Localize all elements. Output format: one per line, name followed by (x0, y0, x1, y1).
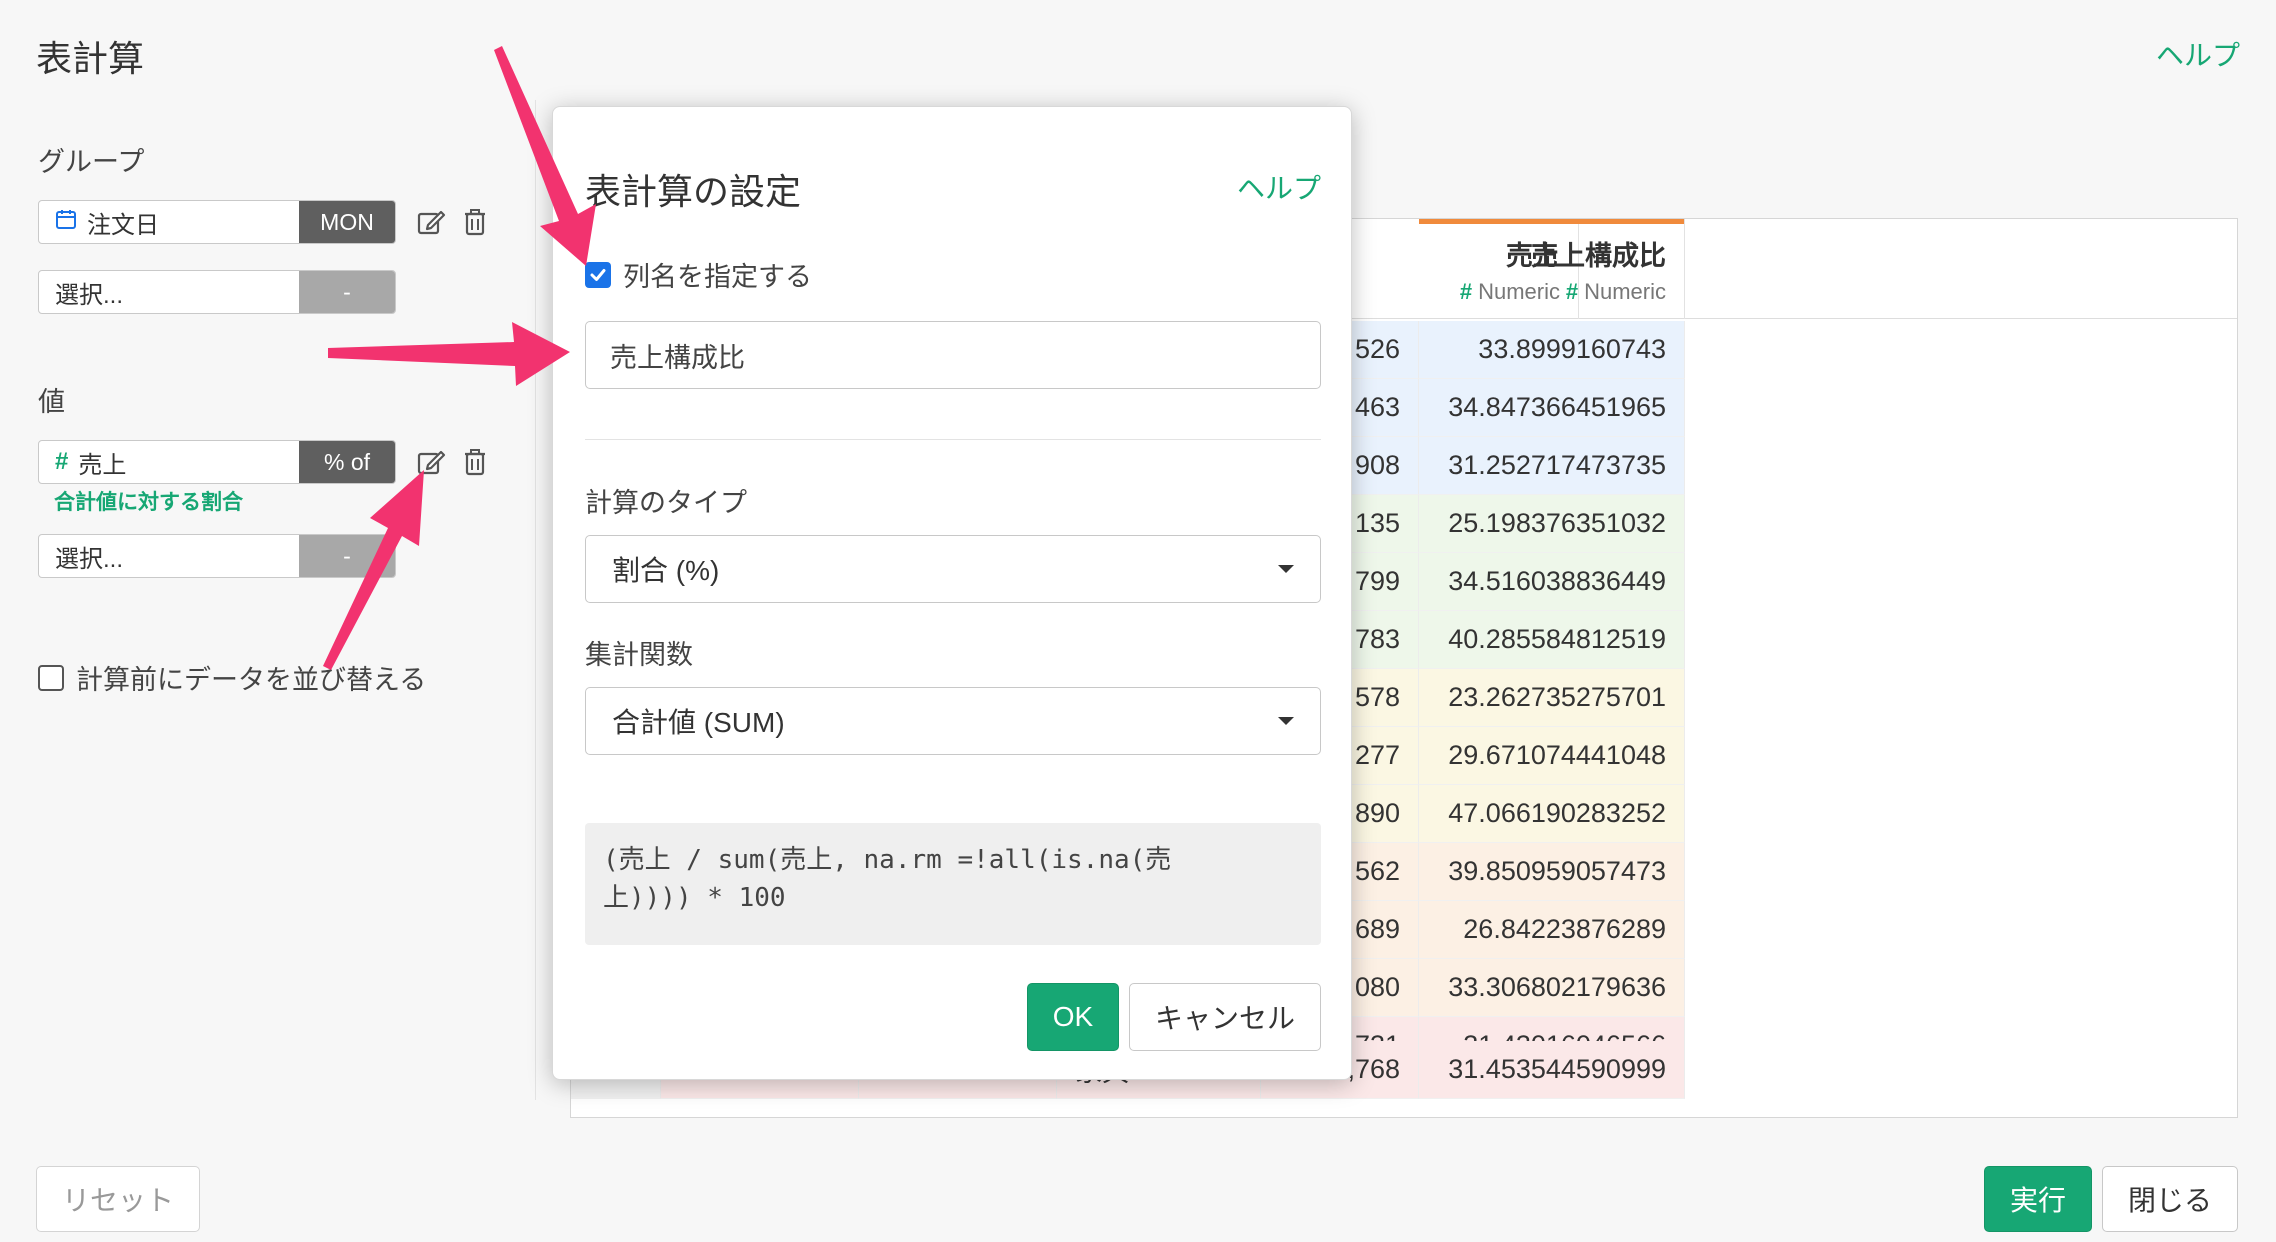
sort-before-calc-row[interactable]: 計算前にデータを並び替える (38, 658, 426, 697)
group-select-tag: - (299, 271, 395, 313)
numeric-hash-icon: # (55, 448, 69, 475)
formula-line-2: 上)))) * 100 (603, 883, 786, 913)
trash-group-icon[interactable] (458, 205, 492, 239)
group-section-label: グループ (38, 147, 145, 177)
aggregate-func-label: 集計関数 (585, 640, 693, 670)
sort-before-calc-checkbox[interactable] (38, 664, 64, 691)
dialog-title: 表計算の設定 (585, 171, 802, 212)
cancel-button[interactable]: キャンセル (1129, 983, 1321, 1051)
numeric-type-icon: # (1565, 278, 1579, 304)
row-ratio: 47.066190283252 (1419, 785, 1685, 843)
chevron-down-icon (1278, 565, 1294, 573)
calc-type-value: 割合 (%) (612, 555, 720, 586)
help-link[interactable]: ヘルプ (2156, 34, 2240, 74)
row-ratio: 33.8999160743 (1419, 321, 1685, 379)
value-field-tag[interactable]: % of (299, 441, 395, 483)
value-section-label: 値 (38, 387, 65, 417)
specify-column-name-row[interactable]: 列名を指定する (585, 255, 812, 294)
value-field-name: 売上 (78, 451, 127, 479)
calendar-icon (55, 208, 77, 237)
chevron-down-icon (1278, 717, 1294, 725)
edit-value-icon[interactable] (414, 445, 448, 479)
value-select-placeholder: 選択... (55, 545, 124, 573)
value-field-chip[interactable]: # 売上 % of (38, 440, 396, 484)
aggregate-func-value: 合計値 (SUM) (612, 707, 785, 738)
sidebar-divider (535, 100, 536, 1100)
row-ratio: 34.516038836449 (1419, 553, 1685, 611)
formula-line-1: (売上 / sum(売上, na.rm =!all(is.na(売 (603, 845, 1172, 875)
run-button[interactable]: 実行 (1984, 1166, 2092, 1232)
row-ratio: 34.847366451965 (1419, 379, 1685, 437)
group-select[interactable]: 選択... - (38, 270, 396, 314)
row-ratio: 31.252717473735 (1419, 437, 1685, 495)
value-select-tag: - (299, 535, 395, 577)
row-ratio: 33.306802179636 (1419, 959, 1685, 1017)
dialog-divider (585, 439, 1321, 440)
specify-column-name-checkbox[interactable] (585, 261, 611, 288)
col-type-ratio: Numeric (1584, 278, 1666, 304)
column-name-input[interactable] (585, 321, 1321, 389)
page-title: 表計算 (36, 38, 145, 79)
group-field-tag[interactable]: MON (299, 201, 395, 243)
row-ratio: 23.262735275701 (1419, 669, 1685, 727)
row-ratio: 39.850959057473 (1419, 843, 1685, 901)
col-title-ratio: 売上構成比 (1531, 240, 1666, 271)
aggregate-func-select[interactable]: 合計値 (SUM) (585, 687, 1321, 755)
group-select-placeholder: 選択... (55, 281, 124, 309)
table-calc-settings-dialog: 表計算の設定 ヘルプ 列名を指定する 計算のタイプ 割合 (%) 集計関数 合計… (552, 106, 1352, 1080)
close-button[interactable]: 閉じる (2102, 1166, 2238, 1232)
reset-button[interactable]: リセット (36, 1166, 200, 1232)
ok-button[interactable]: OK (1027, 983, 1119, 1051)
sort-before-calc-label: 計算前にデータを並び替える (76, 665, 427, 695)
value-field-note: 合計値に対する割合 (54, 491, 243, 514)
calc-type-label: 計算のタイプ (585, 488, 747, 518)
row-ratio: 31.453544590999 (1419, 1041, 1685, 1099)
arrow-to-column-input (328, 322, 570, 386)
formula-preview: (売上 / sum(売上, na.rm =!all(is.na(売 上)))) … (585, 823, 1321, 945)
value-select[interactable]: 選択... - (38, 534, 396, 578)
group-field-chip[interactable]: 注文日 MON (38, 200, 396, 244)
row-ratio: 40.285584812519 (1419, 611, 1685, 669)
row-ratio: 25.198376351032 (1419, 495, 1685, 553)
specify-column-name-label: 列名を指定する (623, 262, 812, 292)
calc-type-select[interactable]: 割合 (%) (585, 535, 1321, 603)
group-field-name: 注文日 (87, 211, 159, 239)
row-ratio: 29.671074441048 (1419, 727, 1685, 785)
dialog-help-link[interactable]: ヘルプ (1237, 167, 1321, 207)
trash-value-icon[interactable] (458, 445, 492, 479)
col-head-ratio[interactable]: 売上構成比 # Numeric (1419, 219, 1685, 319)
row-ratio: 26.84223876289 (1419, 901, 1685, 959)
edit-group-icon[interactable] (414, 205, 448, 239)
